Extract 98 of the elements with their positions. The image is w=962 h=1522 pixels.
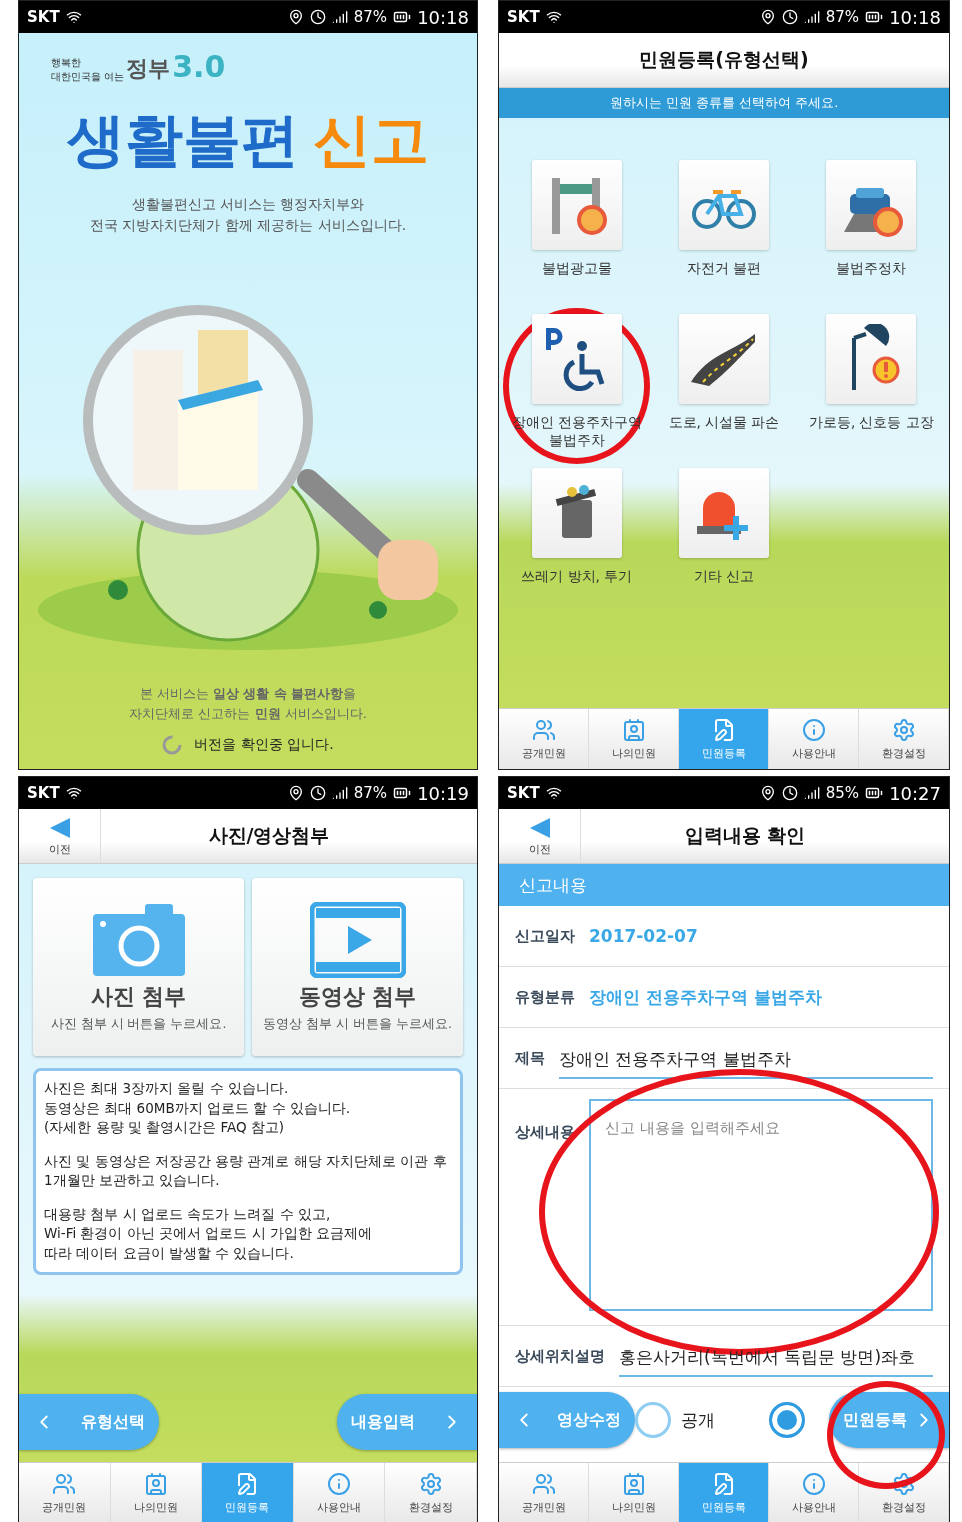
signal-icon: [803, 785, 820, 801]
field-value: 장애인 전용주차구역 불법주차: [589, 985, 822, 1009]
tab[interactable]: 공개민원: [499, 709, 589, 769]
wifi-icon: [545, 9, 562, 25]
location-icon: [287, 9, 304, 25]
complaint-type-tile[interactable]: 불법주정차: [826, 160, 917, 296]
carrier-name: SKT: [507, 8, 540, 26]
alarm-icon: [781, 9, 798, 25]
app-title: 생활불편: [67, 105, 299, 176]
video-play-icon: [309, 901, 406, 978]
contact-card-icon: [621, 717, 646, 742]
back-button[interactable]: 이전: [19, 809, 101, 863]
alarm-icon: [309, 785, 326, 801]
info-icon: [801, 1471, 826, 1496]
complaint-type-tile[interactable]: 가로등, 신호등 고장: [808, 314, 934, 450]
notice-text: 사진 및 동영상은 저장공간 용량 관계로 해당 자치단체로 이관 후 1개월만 보관하고 있습니다.: [44, 1151, 448, 1191]
radio-label: 공개: [681, 1408, 715, 1432]
tab[interactable]: 사용안내: [769, 1463, 859, 1522]
camera-icon: [90, 901, 187, 978]
tab[interactable]: 환경설정: [859, 709, 949, 769]
people-icon: [52, 1471, 77, 1496]
carrier-name: SKT: [27, 8, 60, 26]
contact-card-icon: [143, 1471, 168, 1496]
logo-version: 3.0: [172, 49, 226, 84]
people-icon: [531, 1471, 556, 1496]
instruction-banner: 원하시는 민원 종류를 선택하여 주세요.: [499, 88, 949, 118]
location-icon: [759, 785, 776, 801]
battery-level: 87%: [353, 784, 388, 802]
complaint-type-tile[interactable]: 불법광고물: [531, 160, 622, 296]
notice-text: 따라 데이터 요금이 발생할 수 있습니다.: [44, 1243, 295, 1263]
screen-title: 민원등록(유형선택): [638, 47, 810, 72]
alarm-icon: [309, 9, 326, 25]
clock-time: 10:27: [889, 782, 941, 804]
clock-time: 10:18: [417, 6, 469, 28]
location-icon: [287, 785, 304, 801]
notice-text: 대용량 첨부 시 업로드 속도가 느려질 수 있고,: [44, 1204, 332, 1224]
tab[interactable]: 환경설정: [385, 1463, 477, 1522]
clock-time: 10:19: [417, 782, 469, 804]
battery-level: 87%: [825, 8, 860, 26]
settings-icon: [418, 1471, 443, 1496]
section-header: 신고내용: [499, 864, 949, 906]
radio-button[interactable]: [635, 1402, 671, 1438]
info-icon: [327, 1471, 352, 1496]
screen-title: 사진/영상첨부: [207, 823, 331, 848]
tab[interactable]: 사용안내: [769, 709, 859, 769]
attach-button[interactable]: 사진 첨부 사진 첨부 시 버튼을 누르세요.: [33, 878, 244, 1056]
field-label: 유형분류: [515, 987, 575, 1007]
logo-text: 정부: [126, 55, 171, 83]
battery-level: 87%: [353, 8, 388, 26]
spinner-icon: [162, 735, 183, 755]
location-icon: [759, 9, 776, 25]
signal-icon: [331, 9, 348, 25]
footer-text: 자치단체로 신고하는 민원 서비스입니다.: [129, 704, 367, 723]
tab[interactable]: 환경설정: [859, 1463, 949, 1522]
field-label: 제목: [515, 1048, 545, 1068]
screen-title: 입력내용 확인: [683, 823, 807, 848]
complaint-type-tile[interactable]: 기타 신고: [679, 468, 769, 604]
detail-textarea[interactable]: 신고 내용을 입력해주세요: [589, 1099, 933, 1311]
radio-button[interactable]: [769, 1402, 805, 1438]
field-label: 상세내용: [515, 1123, 575, 1142]
notice-text: Wi-Fi 환경이 아닌 곳에서 업로드 시 가입한 요금제에: [44, 1224, 374, 1244]
alarm-icon: [781, 785, 798, 801]
info-icon: [801, 717, 826, 742]
field-value: 2017-02-07: [589, 926, 698, 946]
app-title-accent: 신고: [313, 105, 429, 176]
tab[interactable]: 공개민원: [19, 1463, 111, 1522]
back-button[interactable]: 이전: [499, 809, 581, 863]
intro-text: 생활불편신고 서비스는 행정자치부와 전국 지방자치단체가 함께 제공하는 서비스입니다.: [89, 195, 407, 235]
signal-icon: [331, 785, 348, 801]
logo-tagline: 대한민국을 여는: [51, 70, 125, 84]
attach-button[interactable]: 동영상 첨부 동영상 첨부 시 버튼을 누르세요.: [252, 878, 463, 1056]
contact-card-icon: [621, 1471, 646, 1496]
carrier-name: SKT: [27, 784, 60, 802]
notice-text: (자세한 용량 및 촬영시간은 FAQ 참고): [44, 1118, 286, 1138]
wifi-icon: [65, 785, 82, 801]
field-label: 신고일자: [515, 926, 575, 946]
settings-icon: [891, 1471, 916, 1496]
clock-time: 10:18: [889, 6, 941, 28]
complaint-type-tile[interactable]: 도로, 시설물 파손: [668, 314, 780, 450]
logo-tagline: 행복한: [51, 56, 82, 70]
loading-text: 버전을 확인중 입니다.: [194, 736, 334, 754]
wifi-icon: [545, 785, 562, 801]
complaint-type-tile[interactable]: 자전거 불편: [679, 160, 769, 296]
input-field[interactable]: 홍은사거리(녹번에서 독립문 방면)좌호: [619, 1335, 933, 1377]
settings-icon: [891, 717, 916, 742]
notice-text: 동영상은 최대 60MB까지 업로드 할 수 있습니다.: [44, 1098, 352, 1118]
field-label: 상세위치설명: [515, 1346, 605, 1366]
input-field[interactable]: 장애인 전용주차구역 불법주차: [559, 1037, 933, 1079]
carrier-name: SKT: [507, 784, 540, 802]
battery-level: 85%: [825, 784, 860, 802]
people-icon: [531, 717, 556, 742]
notice-text: 사진은 최대 3장까지 올릴 수 있습니다.: [44, 1079, 290, 1098]
tab[interactable]: 공개민원: [499, 1463, 589, 1522]
tab[interactable]: 사용안내: [293, 1463, 386, 1522]
wifi-icon: [65, 9, 82, 25]
footer-text: 본 서비스는 일상 생활 속 불편사항을: [138, 685, 358, 703]
signal-icon: [803, 9, 820, 25]
complaint-type-tile[interactable]: 쓰레기 방치, 투기: [521, 468, 633, 604]
